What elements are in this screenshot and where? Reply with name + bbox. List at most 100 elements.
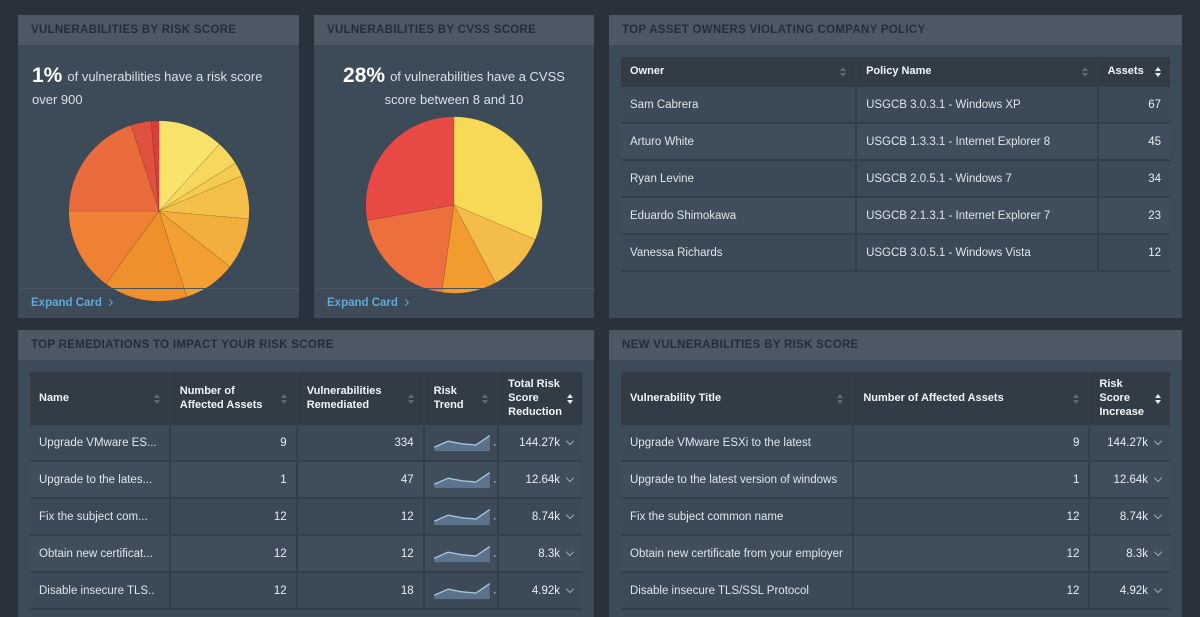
affected-assets-cell: 1 [171,462,298,499]
increase-cell: 12.64k [1090,462,1170,499]
column-label: Assets [1108,65,1144,79]
cvss-score-pie-chart[interactable] [363,114,545,296]
chevron-down-icon[interactable] [566,511,574,519]
policy-cell: USGCB 2.0.5.1 - Windows 7 [857,161,1099,198]
table-header-row: Name Number of Affected Assets Vulnerabi… [30,372,582,425]
remediations-table: Name Number of Affected Assets Vulnerabi… [30,372,582,610]
chevron-down-icon[interactable] [566,548,574,556]
expand-card-link[interactable]: Expand Card [314,288,594,318]
column-label: Owner [630,65,664,79]
table-row[interactable]: Fix the subject common name 12 8.74k [621,499,1170,536]
table-row[interactable]: Upgrade to the lates... 1 47 12.64k [30,462,582,499]
column-header-risk-trend[interactable]: Risk Trend [425,372,500,425]
table-row[interactable]: Upgrade VMware ESXi to the latest 9 144.… [621,425,1170,462]
stat-value: 1% [32,64,62,87]
chevron-down-icon[interactable] [1154,548,1162,556]
reduction-cell: 12.64k [499,462,582,499]
reduction-cell: 8.3k [499,536,582,573]
vulnerability-title-cell: Obtain new certificate from your employe… [621,536,854,573]
card-vulnerabilities-by-cvss-score: VULNERABILITIES BY CVSS SCORE 28%of vuln… [314,15,594,318]
chevron-right-icon [106,299,113,306]
affected-assets-cell: 9 [854,425,1090,462]
sort-icon [154,394,160,404]
sort-icon [1155,67,1161,77]
policy-cell: USGCB 2.1.3.1 - Internet Explorer 7 [857,198,1099,235]
card-top-asset-owners: TOP ASSET OWNERS VIOLATING COMPANY POLIC… [609,15,1182,318]
column-header-affected-assets[interactable]: Number of Affected Assets [854,372,1090,425]
increase-cell: 8.74k [1090,499,1170,536]
table-row[interactable]: Obtain new certificat... 12 12 8.3k [30,536,582,573]
stat-line: 1%of vulnerabilities have a risk score o… [18,45,299,114]
reduction-cell: 8.74k [499,499,582,536]
chevron-down-icon[interactable] [566,437,574,445]
chevron-down-icon[interactable] [1154,437,1162,445]
remediation-name-cell: Fix the subject com... [30,499,171,536]
risk-score-pie-chart[interactable] [66,118,252,304]
vulnerability-title-cell: Disable insecure TLS/SSL Protocol [621,573,854,610]
increase-cell: 144.27k [1090,425,1170,462]
chevron-down-icon[interactable] [1154,511,1162,519]
table-row[interactable]: Obtain new certificate from your employe… [621,536,1170,573]
assets-cell: 45 [1099,124,1170,161]
remediated-cell: 18 [298,573,425,610]
card-title: NEW VULNERABILITIES BY RISK SCORE [609,330,1182,360]
affected-assets-cell: 1 [854,462,1090,499]
column-label: Number of Affected Assets [180,385,277,413]
remediation-name-cell: Upgrade to the lates... [30,462,171,499]
policy-cell: USGCB 3.0.3.1 - Windows XP [857,87,1099,124]
sort-icon [840,67,846,77]
table-row[interactable]: Sam CabreraUSGCB 3.0.3.1 - Windows XP67 [621,87,1170,124]
table-row[interactable]: Vanessa RichardsUSGCB 3.0.5.1 - Windows … [621,235,1170,272]
reduction-value: 4.92k [532,585,560,597]
risk-trend-sparkline [431,468,493,491]
column-header-vulnerabilities-remediated[interactable]: Vulnerabilities Remediated [298,372,425,425]
risk-trend-sparkline [431,542,493,565]
column-label: Policy Name [866,65,931,79]
reduction-value: 12.64k [525,474,560,486]
owner-cell: Ryan Levine [621,161,857,198]
affected-assets-cell: 12 [854,536,1090,573]
table-row[interactable]: Disable insecure TLS/SSL Protocol 12 4.9… [621,573,1170,610]
table-row[interactable]: Upgrade to the latest version of windows… [621,462,1170,499]
expand-card-link[interactable]: Expand Card [18,288,299,318]
chevron-down-icon[interactable] [1154,585,1162,593]
table-row[interactable]: Arturo WhiteUSGCB 1.3.3.1 - Internet Exp… [621,124,1170,161]
table-row[interactable]: Disable insecure TLS.. 12 18 4.92k [30,573,582,610]
policy-cell: USGCB 3.0.5.1 - Windows Vista [857,235,1099,272]
column-header-total-risk-score-reduction[interactable]: Total Risk Score Reduction [499,372,582,425]
table-row[interactable]: Ryan LevineUSGCB 2.0.5.1 - Windows 734 [621,161,1170,198]
card-title: TOP REMEDIATIONS TO IMPACT YOUR RISK SCO… [18,330,594,360]
increase-cell: 8.3k [1090,536,1170,573]
column-header-vulnerability-title[interactable]: Vulnerability Title [621,372,854,425]
assets-cell: 67 [1099,87,1170,124]
risk-score-pie-container [18,118,299,304]
column-header-assets[interactable]: Assets [1099,57,1170,87]
owner-cell: Sam Cabrera [621,87,857,124]
column-header-owner[interactable]: Owner [621,57,857,87]
sort-icon [567,394,573,404]
card-new-vulnerabilities: NEW VULNERABILITIES BY RISK SCORE Vulner… [609,330,1182,617]
remediated-cell: 12 [298,499,425,536]
table-row[interactable]: Eduardo ShimokawaUSGCB 2.1.3.1 - Interne… [621,198,1170,235]
assets-cell: 12 [1099,235,1170,272]
column-label: Risk Trend [434,385,479,413]
increase-value: 8.3k [1126,548,1148,560]
chevron-down-icon[interactable] [1154,474,1162,482]
remediated-cell: 12 [298,536,425,573]
column-header-policy-name[interactable]: Policy Name [857,57,1099,87]
column-header-name[interactable]: Name [30,372,171,425]
stat-line: 28%of vulnerabilities have a CVSS score … [314,45,594,114]
chevron-down-icon[interactable] [566,474,574,482]
column-header-affected-assets[interactable]: Number of Affected Assets [171,372,298,425]
assets-cell: 34 [1099,161,1170,198]
table-row[interactable]: Upgrade VMware ES... 9 334 144.27k [30,425,582,462]
increase-value: 8.74k [1120,511,1148,523]
column-header-risk-score-increase[interactable]: Risk Score Increase [1090,372,1170,425]
reduction-cell: 4.92k [499,573,582,610]
asset-owners-table: Owner Policy Name Assets Sam CabreraUSGC… [621,57,1170,272]
chevron-down-icon[interactable] [566,585,574,593]
stat-text: of vulnerabilities have a CVSS score bet… [385,69,565,107]
column-label: Vulnerabilities Remediated [307,385,404,413]
table-row[interactable]: Fix the subject com... 12 12 8.74k [30,499,582,536]
vulnerability-title-cell: Upgrade to the latest version of windows [621,462,854,499]
